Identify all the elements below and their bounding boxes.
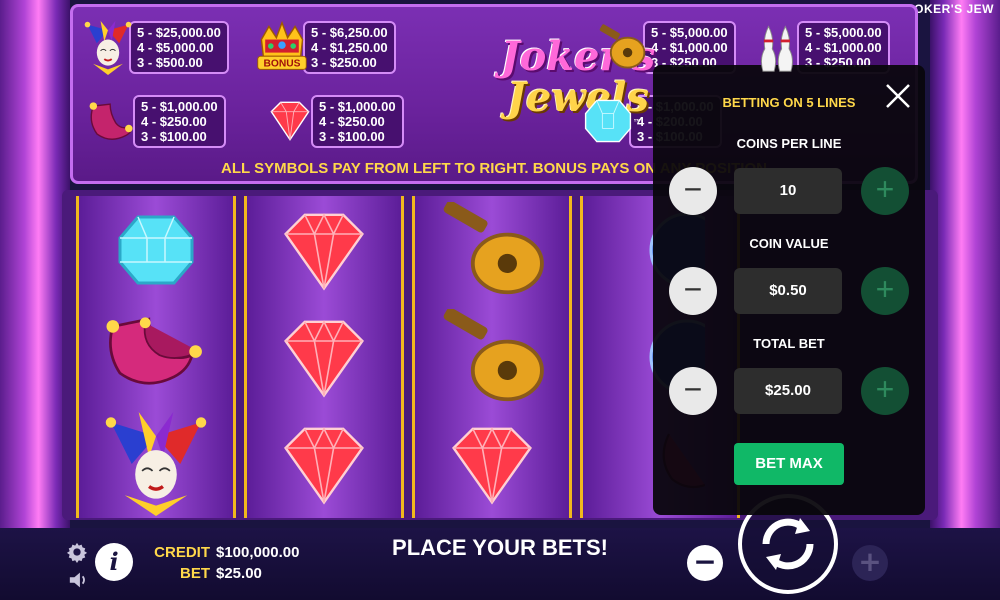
joker-icon [84,20,132,75]
bet-label: BET [180,565,210,582]
blue-gem-icon [584,99,632,143]
reel-1 [76,196,236,518]
paytable-entry-shoes: 5 - $1,000.00 4 - $250.00 3 - $100.00 [83,93,226,149]
status-message: PLACE YOUR BETS! [392,535,608,560]
gear-icon[interactable] [66,541,88,563]
red-gem-icon [270,101,310,141]
payout-line: 4 - $1,000.00 [805,39,882,55]
reel-cell [79,196,233,303]
jester-shoes-icon [106,316,202,384]
payout-line: 5 - $6,250.00 [311,24,388,40]
left-pillar-decoration [0,0,70,530]
payout-line: 3 - $100.00 [141,128,207,144]
bet-settings-panel: BETTING ON 5 LINES COINS PER LINE − 10 +… [653,65,925,515]
payout-line: 5 - $1,000.00 [319,98,396,114]
bet-display: BET $25.00 [152,565,262,582]
reel-cell [415,410,569,517]
increase-bet-button[interactable]: + [852,545,888,581]
reel-3 [412,196,572,518]
lute-icon [599,24,646,69]
coin-value-increase[interactable]: + [861,267,909,315]
paytable-entry-joker: 5 - $25,000.00 4 - $5,000.00 3 - $500.00 [79,19,229,75]
payout-line: 5 - $25,000.00 [137,24,221,40]
payout-line: 4 - $250.00 [319,113,385,129]
payout-line: 3 - $250.00 [311,54,377,70]
blue-gem-icon [118,215,194,284]
credit-display: CREDIT $100,000.00 [152,544,299,561]
info-button[interactable]: i [95,543,133,581]
paytable-entry-red-gem: 5 - $1,000.00 4 - $250.00 3 - $100.00 [261,93,404,149]
decrease-bet-button[interactable]: − [687,545,723,581]
total-bet-label: TOTAL BET [753,336,825,351]
bet-value: $25.00 [216,565,262,582]
right-pillar-decoration [930,0,1000,530]
payout-line: 4 - $1,250.00 [311,39,388,55]
paytable-entry-bonus: BONUS 5 - $6,250.00 4 - $1,250.00 3 - $2… [253,19,396,75]
bonus-icon-label: BONUS [263,59,300,70]
jester-shoes-icon [89,102,133,140]
total-bet-decrease[interactable]: − [669,367,717,415]
reel-cell [415,303,569,410]
game-title: JOKER'S JEW [906,2,994,16]
red-gem-icon [284,212,364,290]
lute-icon [443,308,544,401]
payout-line: 4 - $5,000.00 [137,39,214,55]
red-gem-icon [284,426,364,504]
payout-line: 5 - $5,000.00 [805,24,882,40]
coins-per-line-value: 10 [734,168,842,214]
credit-label: CREDIT [154,544,210,561]
reel-2 [244,196,404,518]
coin-value-decrease[interactable]: − [669,267,717,315]
reel-cell [79,410,233,517]
payout-line: 5 - $1,000.00 [141,98,218,114]
coins-per-line-decrease[interactable]: − [669,167,717,215]
coin-value-value: $0.50 [734,268,842,314]
reel-cell [247,196,401,303]
credit-value: $100,000.00 [216,544,300,561]
payout-line: 3 - $100.00 [319,128,385,144]
coins-per-line-increase[interactable]: + [861,167,909,215]
reel-cell [247,410,401,517]
total-bet-increase[interactable]: + [861,367,909,415]
close-icon[interactable] [883,81,913,111]
logo-line-2: Jewels [507,74,649,121]
total-bet-value: $25.00 [734,368,842,414]
bowling-pins-icon [760,25,793,72]
red-gem-icon [284,319,364,397]
reel-cell [79,303,233,410]
speaker-icon[interactable] [68,570,90,590]
crown-bonus-icon: BONUS [257,20,307,70]
coins-per-line-label: COINS PER LINE [736,136,842,151]
coin-value-label: COIN VALUE [749,236,829,251]
lute-icon [443,201,544,294]
reel-cell [247,303,401,410]
reel-cell [415,196,569,303]
payout-line: 3 - $500.00 [137,54,203,70]
red-gem-icon [452,426,532,504]
bet-max-button[interactable]: BET MAX [734,443,844,485]
payout-line: 4 - $250.00 [141,113,207,129]
joker-icon [105,411,207,516]
